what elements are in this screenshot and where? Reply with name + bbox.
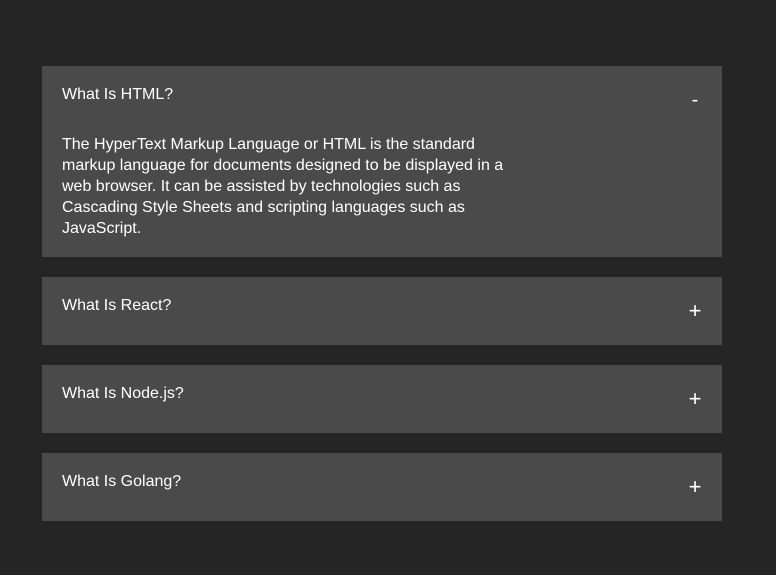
accordion-title: What Is HTML? <box>62 86 174 103</box>
expand-icon[interactable]: + <box>688 476 702 498</box>
collapse-icon[interactable]: - <box>688 90 702 110</box>
accordion-item-nodejs: What Is Node.js? + <box>42 365 722 433</box>
accordion-item-react: What Is React? + <box>42 277 722 345</box>
accordion-title: What Is React? <box>62 297 172 314</box>
faq-accordion: What Is HTML? - The HyperText Markup Lan… <box>42 66 722 541</box>
accordion-header-react[interactable]: What Is React? + <box>42 277 722 345</box>
accordion-title: What Is Node.js? <box>62 385 184 402</box>
accordion-body: The HyperText Markup Language or HTML is… <box>62 136 504 237</box>
accordion-item-golang: What Is Golang? + <box>42 453 722 521</box>
accordion-header-html[interactable]: What Is HTML? - <box>42 66 722 126</box>
accordion-item-html: What Is HTML? - The HyperText Markup Lan… <box>42 66 722 257</box>
accordion-header-nodejs[interactable]: What Is Node.js? + <box>42 365 722 433</box>
page: { "accordion": { "items": [ { "title": "… <box>0 0 776 575</box>
accordion-title: What Is Golang? <box>62 473 182 490</box>
accordion-header-golang[interactable]: What Is Golang? + <box>42 453 722 521</box>
expand-icon[interactable]: + <box>688 388 702 410</box>
expand-icon[interactable]: + <box>688 300 702 322</box>
